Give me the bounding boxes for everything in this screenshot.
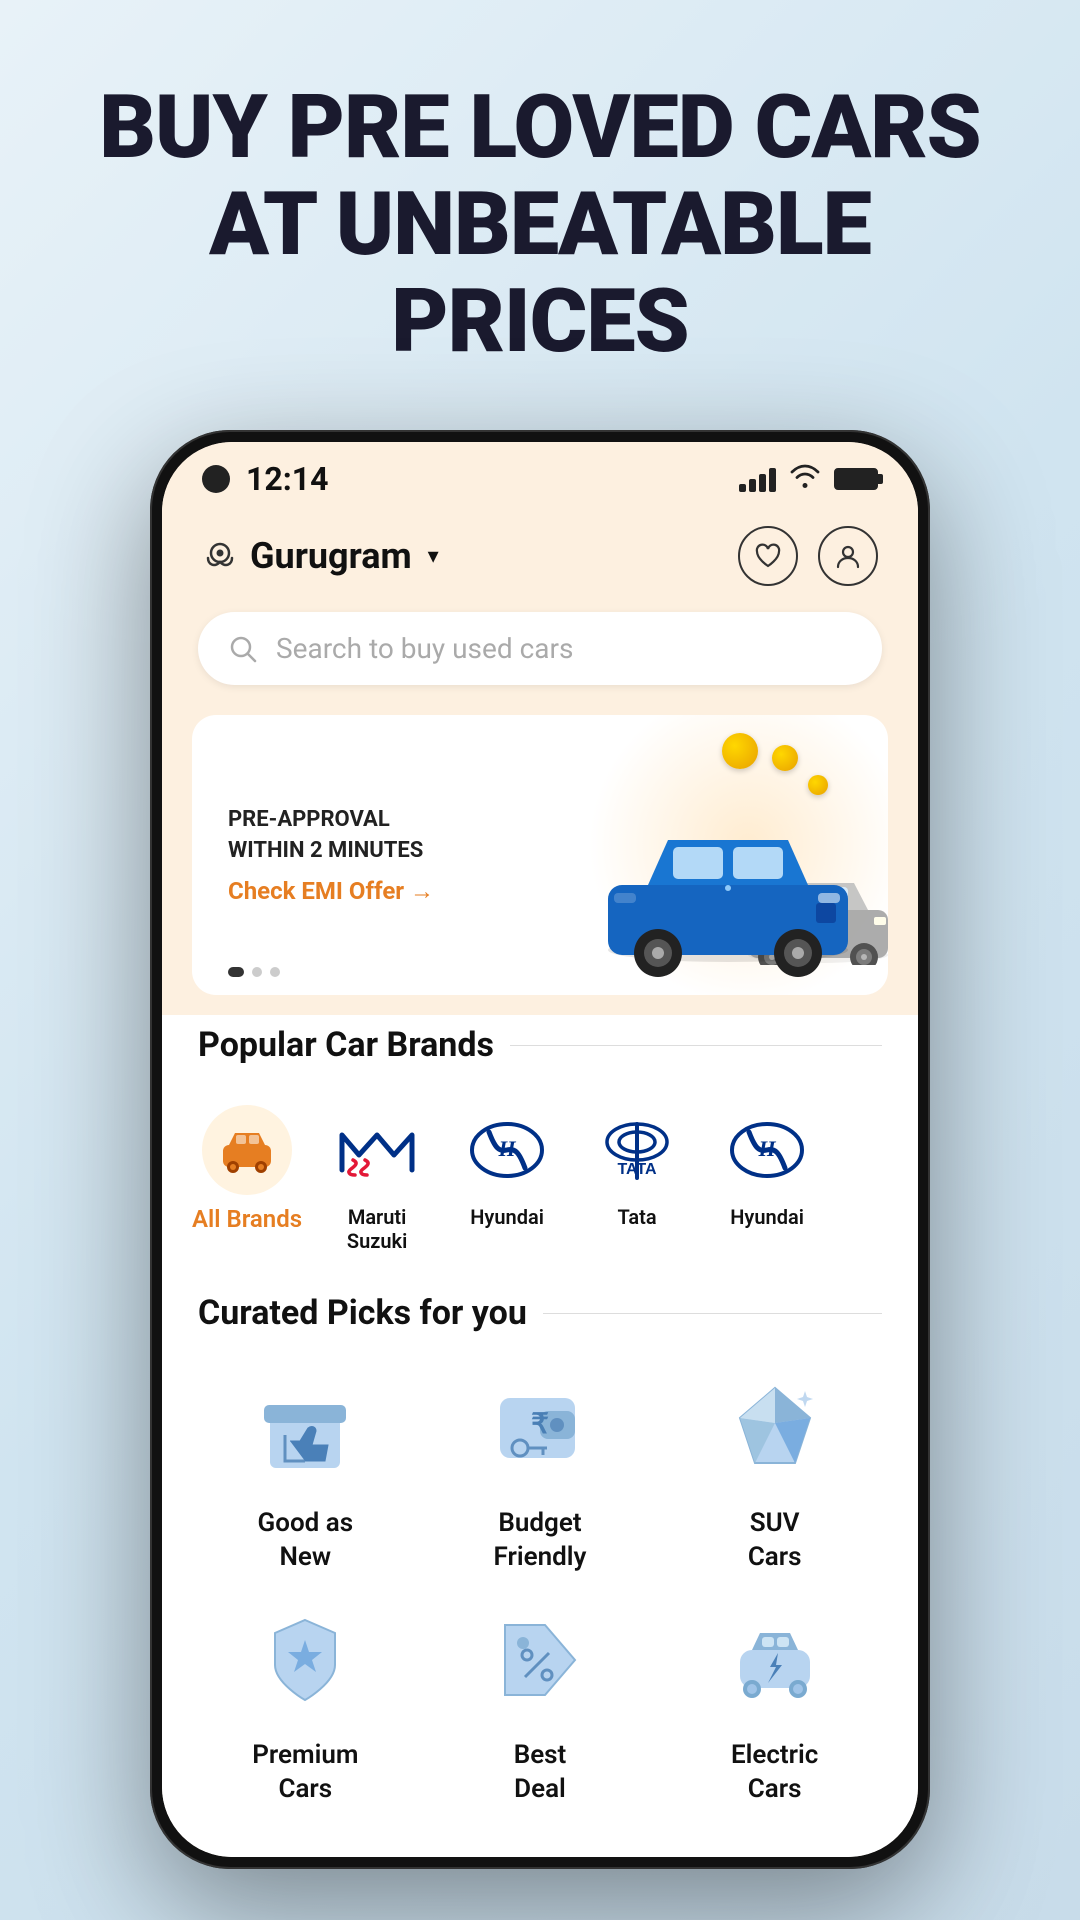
brand-item-maruti-suzuki[interactable]: Maruti Suzuki xyxy=(312,1095,442,1263)
brand-label-hyundai-1: Hyundai xyxy=(470,1205,544,1229)
curated-picks-title-text: Curated Picks for you xyxy=(198,1293,527,1333)
popular-brands-title-text: Popular Car Brands xyxy=(198,1025,494,1065)
curated-picks-section-title: Curated Picks for you xyxy=(162,1283,918,1353)
curated-item-good-as-new[interactable]: Good asNew xyxy=(198,1363,413,1575)
banner-cta-text: Check EMI Offer → xyxy=(228,877,434,905)
dot-inactive-1 xyxy=(252,967,262,977)
hero-title-line2: AT UNBEATABLE PRICES xyxy=(209,173,871,373)
location-selector[interactable]: Gurugram ▾ xyxy=(202,535,439,577)
curated-section-line xyxy=(543,1313,882,1315)
status-icons xyxy=(739,463,878,496)
brand-item-all-brands[interactable]: All Brands xyxy=(182,1095,312,1263)
brand-label-tata: Tata xyxy=(618,1205,657,1229)
brand-item-hyundai-1[interactable]: H Hyundai xyxy=(442,1095,572,1263)
curated-picks-grid: Good asNew ₹ xyxy=(162,1353,918,1826)
search-placeholder: Search to buy used cars xyxy=(276,632,573,665)
tata-icon: TATA xyxy=(592,1105,682,1195)
search-bar[interactable]: Search to buy used cars xyxy=(198,612,882,685)
budget-friendly-icon: ₹ xyxy=(475,1363,605,1493)
brand-label-maruti: Maruti Suzuki xyxy=(347,1205,407,1253)
white-content-area: Popular Car Brands xyxy=(162,1015,918,1856)
brand-label-all-brands: All Brands xyxy=(192,1205,302,1233)
signal-icon xyxy=(739,466,776,492)
time-display: 12:14 xyxy=(246,460,328,498)
dot-inactive-2 xyxy=(270,967,280,977)
electric-cars-icon xyxy=(710,1595,840,1725)
app-header: Gurugram ▾ xyxy=(162,506,918,602)
svg-text:TATA: TATA xyxy=(618,1161,658,1178)
search-icon xyxy=(228,634,258,664)
suv-cars-label: SUVCars xyxy=(748,1507,802,1575)
chevron-down-icon: ▾ xyxy=(428,544,439,569)
maruti-suzuki-icon xyxy=(332,1105,422,1195)
banner-section[interactable]: PRE-APPROVALWITHIN 2 MINUTES Check EMI O… xyxy=(192,715,888,995)
profile-button[interactable] xyxy=(818,526,878,586)
all-brands-icon xyxy=(202,1105,292,1195)
brand-label-hyundai-2: Hyundai xyxy=(730,1205,804,1229)
hyundai-2-icon: H xyxy=(722,1105,812,1195)
budget-friendly-label: BudgetFriendly xyxy=(494,1507,587,1575)
car-icon xyxy=(219,1125,275,1175)
best-deal-icon xyxy=(475,1595,605,1725)
electric-cars-label: ElectricCars xyxy=(731,1739,818,1807)
favorites-button[interactable] xyxy=(738,526,798,586)
curated-item-suv-cars[interactable]: SUVCars xyxy=(667,1363,882,1575)
brand-item-tata[interactable]: TATA Tata xyxy=(572,1095,702,1263)
premium-cars-icon xyxy=(240,1595,370,1725)
banner-pagination-dots xyxy=(228,967,280,977)
suv-cars-icon xyxy=(710,1363,840,1493)
popular-brands-section-title: Popular Car Brands xyxy=(162,1015,918,1085)
good-as-new-label: Good asNew xyxy=(258,1507,354,1575)
best-deal-label: BestDeal xyxy=(514,1739,567,1807)
camera-dot xyxy=(202,465,230,493)
brand-item-hyundai-2[interactable]: H Hyundai xyxy=(702,1095,832,1263)
curated-item-budget-friendly[interactable]: ₹ BudgetFriendly xyxy=(433,1363,648,1575)
svg-text:₹: ₹ xyxy=(531,1408,549,1439)
good-as-new-icon xyxy=(240,1363,370,1493)
curated-item-premium-cars[interactable]: PremiumCars xyxy=(198,1595,413,1807)
curated-item-best-deal[interactable]: BestDeal xyxy=(433,1595,648,1807)
hero-title-line1: BUY PRE LOVED CARS xyxy=(99,76,981,179)
battery-icon xyxy=(834,468,878,490)
user-icon xyxy=(834,542,862,570)
hyundai-1-icon: H xyxy=(462,1105,552,1195)
curated-item-electric-cars[interactable]: ElectricCars xyxy=(667,1595,882,1807)
search-bar-container: Search to buy used cars xyxy=(162,602,918,705)
main-wrapper: BUY PRE LOVED CARS AT UNBEATABLE PRICES … xyxy=(0,0,1080,1920)
status-time-area: 12:14 xyxy=(202,460,328,498)
svg-text:H: H xyxy=(758,1136,777,1161)
premium-cars-label: PremiumCars xyxy=(252,1739,358,1807)
blue-suv-car-icon xyxy=(578,785,878,985)
status-bar: 12:14 xyxy=(162,442,918,506)
section-title-line xyxy=(510,1045,882,1047)
dot-active xyxy=(228,967,244,977)
location-pin-icon xyxy=(202,538,238,574)
heart-icon xyxy=(754,542,782,570)
brands-row: All Brands Ma xyxy=(162,1085,918,1283)
wifi-icon xyxy=(790,463,820,496)
phone-mockup: 12:14 xyxy=(150,430,930,1868)
hero-title: BUY PRE LOVED CARS AT UNBEATABLE PRICES xyxy=(0,0,1080,430)
header-icons xyxy=(738,526,878,586)
svg-text:H: H xyxy=(498,1136,517,1161)
location-text: Gurugram xyxy=(250,535,412,577)
phone-screen: 12:14 xyxy=(162,442,918,1856)
